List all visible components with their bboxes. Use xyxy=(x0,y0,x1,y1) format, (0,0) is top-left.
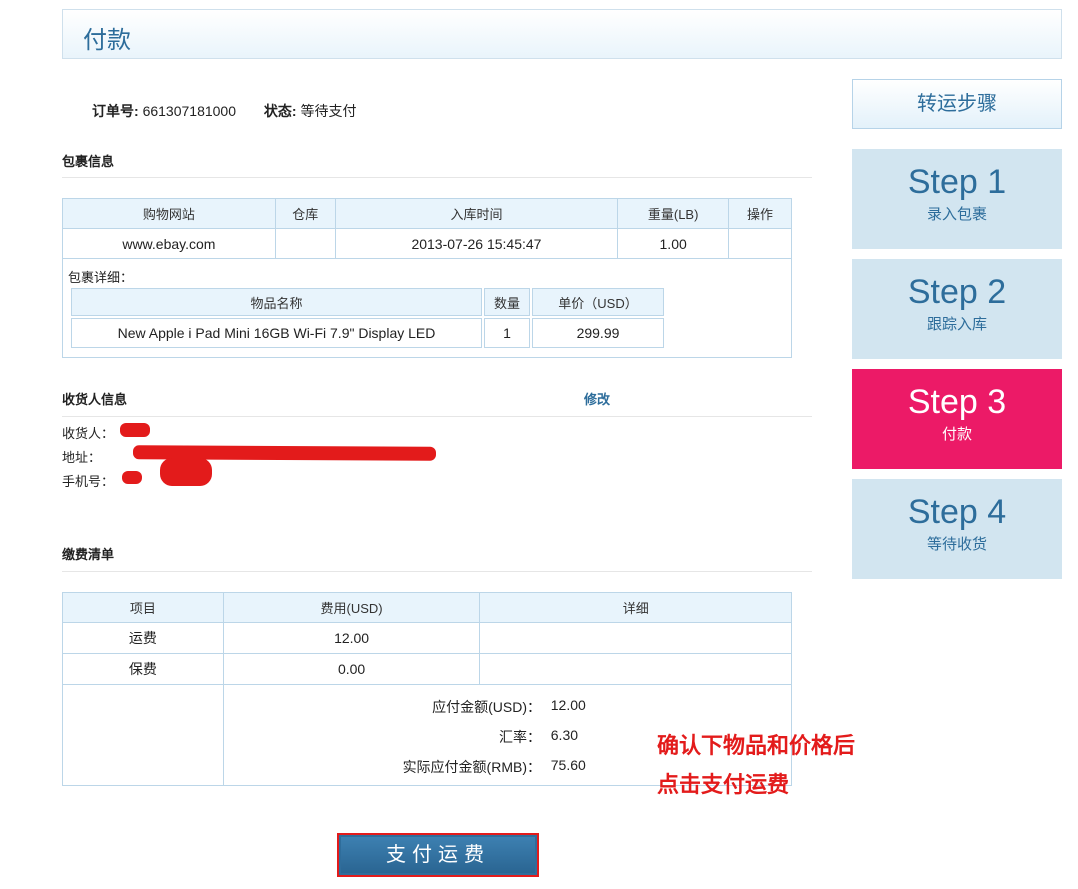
edit-receiver-link[interactable]: 修改 xyxy=(584,389,610,408)
header-qty: 数量 xyxy=(484,288,530,316)
header-site: 购物网站 xyxy=(62,198,276,229)
step-label: 录入包裹 xyxy=(926,206,987,223)
table-row: www.ebay.com 2013-07-26 15:45:47 1.00 xyxy=(62,228,792,259)
redaction-mark xyxy=(120,423,150,437)
receiver-section-title: 收货人信息 xyxy=(62,392,128,407)
divider xyxy=(62,571,812,572)
table-header-row: 物品名称 数量 单价（USD） xyxy=(71,288,664,316)
cell-qty: 1 xyxy=(484,318,530,348)
cell-fee-item: 运费 xyxy=(62,622,224,654)
step-label: 等待收货 xyxy=(926,536,987,553)
header-detail: 详细 xyxy=(479,592,792,623)
receiver-name-label: 收货人： xyxy=(62,426,115,441)
steps-title: 转运步骤 xyxy=(852,79,1062,129)
summary-value: 12.00 xyxy=(550,697,586,713)
step-1: Step 1 录入包裹 xyxy=(852,149,1062,249)
header-price: 单价（USD） xyxy=(532,288,664,316)
table-row: 保费 0.00 xyxy=(62,653,792,685)
order-no-label: 订单号: xyxy=(92,103,139,119)
cell-site: www.ebay.com xyxy=(62,228,276,259)
redaction-mark xyxy=(122,471,142,484)
divider xyxy=(62,177,812,178)
header-item-name: 物品名称 xyxy=(71,288,482,316)
step-4: Step 4 等待收货 xyxy=(852,479,1062,579)
instruction-note-line1: 确认下物品和价格后 xyxy=(657,733,856,758)
header-weight: 重量(LB) xyxy=(617,198,730,229)
step-number: Step 2 xyxy=(907,273,1007,311)
receiver-phone-label: 手机号： xyxy=(62,474,115,489)
summary-label: 实际应付金额(RMB)： xyxy=(402,759,541,775)
order-status-label: 状态: xyxy=(263,103,297,119)
cell-weight: 1.00 xyxy=(617,228,730,259)
summary-value: 6.30 xyxy=(550,727,579,743)
cell-fee-detail xyxy=(479,653,792,685)
cell-time: 2013-07-26 15:45:47 xyxy=(334,228,619,259)
header-action: 操作 xyxy=(728,198,792,229)
pay-shipping-label: 支付运费 xyxy=(341,837,535,873)
cell-warehouse xyxy=(274,228,336,259)
instruction-note-line2: 点击支付运费 xyxy=(657,772,790,797)
cell-fee-detail xyxy=(479,622,792,654)
step-label: 跟踪入库 xyxy=(926,316,987,333)
order-info: 订单号: 661307181000 状态: 等待支付 xyxy=(92,101,356,121)
step-2: Step 2 跟踪入库 xyxy=(852,259,1062,359)
page-title: 付款 xyxy=(83,27,131,54)
package-section-title: 包裹信息 xyxy=(62,154,115,169)
cell-fee-cost: 12.00 xyxy=(222,622,481,654)
header-cost: 费用(USD) xyxy=(222,592,481,623)
order-no-value: 661307181000 xyxy=(142,103,236,119)
summary-label: 应付金额(USD)： xyxy=(432,699,541,715)
table-row: 运费 12.00 xyxy=(62,622,792,654)
redaction-mark xyxy=(160,458,212,486)
table-header-row: 购物网站 仓库 入库时间 重量(LB) 操作 xyxy=(62,198,792,229)
page-header: 付款 xyxy=(62,9,1062,59)
header-item: 项目 xyxy=(62,592,224,623)
step-3-active: Step 3 付款 xyxy=(852,369,1062,469)
order-status-value: 等待支付 xyxy=(300,103,357,119)
step-number: Step 1 xyxy=(907,163,1007,201)
package-table: 购物网站 仓库 入库时间 重量(LB) 操作 www.ebay.com 2013… xyxy=(62,198,792,259)
item-table: 物品名称 数量 单价（USD） New Apple i Pad Mini 16G… xyxy=(69,286,666,350)
summary-label: 汇率： xyxy=(499,729,541,745)
header-warehouse: 仓库 xyxy=(274,198,336,229)
package-detail-label: 包裹详细： xyxy=(68,270,134,285)
cell-fee-item: 保费 xyxy=(62,653,224,685)
summary-value: 75.60 xyxy=(550,757,586,773)
fees-section-title: 缴费清单 xyxy=(62,547,115,562)
cell-price: 299.99 xyxy=(532,318,664,348)
cell-action xyxy=(728,228,792,259)
cell-fee-cost: 0.00 xyxy=(222,653,481,685)
step-number: Step 3 xyxy=(907,383,1007,421)
table-header-row: 项目 费用(USD) 详细 xyxy=(62,592,792,623)
step-label: 付款 xyxy=(941,426,972,443)
cell-item-name: New Apple i Pad Mini 16GB Wi-Fi 7.9" Dis… xyxy=(71,318,482,348)
header-time: 入库时间 xyxy=(334,198,619,229)
receiver-address-label: 地址： xyxy=(62,450,102,465)
step-number: Step 4 xyxy=(907,493,1007,531)
table-row: New Apple i Pad Mini 16GB Wi-Fi 7.9" Dis… xyxy=(71,318,664,348)
pay-shipping-button[interactable]: 支付运费 xyxy=(337,833,539,877)
divider xyxy=(62,416,812,417)
summary-empty-cell xyxy=(62,684,224,786)
